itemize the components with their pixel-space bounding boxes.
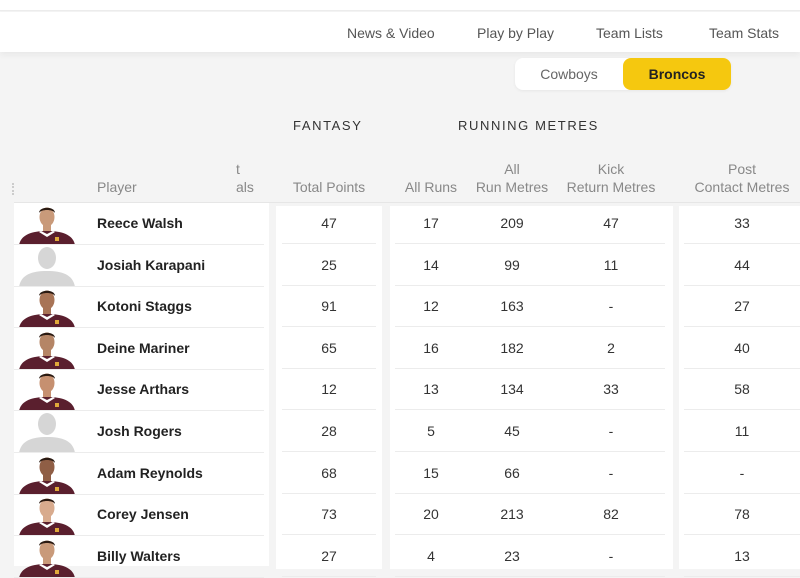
cell-post-contact-metres: 13	[684, 536, 800, 577]
cell-total-points: 27	[282, 536, 376, 577]
nav-team-stats[interactable]: Team Stats	[709, 25, 779, 41]
group-title-fantasy: FANTASY	[293, 118, 363, 133]
player-row[interactable]: Corey Jensen	[14, 494, 269, 536]
header-all-run-metres-line1: All	[504, 161, 520, 177]
player-avatar	[17, 536, 77, 577]
cell-kick-return-metres: 33	[603, 381, 619, 397]
player-name[interactable]: Deine Mariner	[97, 328, 190, 369]
cell-all-run-metres: 163	[500, 298, 524, 314]
team-toggle-cowboys[interactable]: Cowboys	[515, 58, 623, 90]
cell-all-runs: 12	[423, 298, 439, 314]
cell-kick-return-metres: 11	[603, 257, 619, 273]
header-player[interactable]: Player	[97, 178, 137, 196]
cell-total-points: 12	[282, 369, 376, 410]
cell-all-runs: 15	[423, 465, 439, 481]
cell-kick-return-metres: 82	[603, 506, 619, 522]
running-metres-columns: 17 209 47 14 99 11 12 163-16 182 2 13 134 33 5 45-15 66…	[390, 206, 673, 577]
header-post-contact-line1: Post	[727, 161, 756, 177]
header-partial[interactable]: als	[236, 178, 254, 196]
top-bar	[0, 0, 800, 11]
cell-post-contact-metres: 40	[684, 328, 800, 369]
player-row[interactable]: Kotoni Staggs	[14, 286, 269, 328]
cell-all-run-metres: 209	[500, 215, 524, 231]
fantasy-column: 47 25 91 65 12 28 68 73 27	[276, 203, 382, 577]
player-avatar	[17, 203, 77, 244]
cell-all-run-metres: 134	[500, 381, 524, 397]
cell-post-contact-metres: 11	[684, 411, 800, 452]
nav-news-video[interactable]: News & Video	[347, 25, 435, 41]
post-contact-column: 33 44 27 40 58 11-78 13	[679, 203, 800, 577]
player-name[interactable]: Jesse Arthars	[97, 369, 189, 410]
cell-total-points: 65	[282, 328, 376, 369]
nav-team-lists[interactable]: Team Lists	[596, 25, 663, 41]
cell-kick-return-metres: -	[608, 548, 614, 564]
cell-all-run-metres: 99	[504, 257, 520, 273]
header-total-points[interactable]: Total Points	[282, 178, 376, 196]
cell-all-runs: 17	[423, 215, 439, 231]
avatar-placeholder-icon	[17, 245, 77, 286]
player-name[interactable]: Adam Reynolds	[97, 453, 203, 494]
player-row[interactable]: Josh Rogers	[14, 411, 269, 453]
header-partial-top: t	[236, 161, 240, 177]
cell-total-points: 68	[282, 453, 376, 494]
player-name[interactable]: Corey Jensen	[97, 494, 189, 535]
match-nav: News & Video Play by Play Team Lists Tea…	[0, 12, 800, 52]
cell-all-run-metres: 182	[500, 340, 524, 356]
team-toggle: Cowboys Broncos	[515, 58, 731, 90]
player-avatar	[17, 286, 77, 327]
avatar-placeholder-icon	[17, 411, 77, 452]
header-all-runs[interactable]: All Runs	[400, 178, 462, 196]
cell-post-contact-metres: 58	[684, 369, 800, 410]
cell-kick-return-metres: 47	[603, 215, 619, 231]
cell-total-points: 73	[282, 494, 376, 535]
cell-post-contact-metres: 33	[684, 203, 800, 244]
cell-all-runs: 5	[427, 423, 435, 439]
header-post-contact-metres[interactable]: Contact Metres	[690, 178, 794, 196]
player-avatar	[17, 369, 77, 410]
player-avatar	[17, 453, 77, 494]
player-avatar	[17, 494, 77, 535]
cell-all-runs: 14	[423, 257, 439, 273]
player-name[interactable]: Josh Rogers	[97, 411, 182, 452]
player-name[interactable]: Josiah Karapani	[97, 245, 205, 286]
cell-all-run-metres: 23	[504, 548, 520, 564]
nav-play-by-play[interactable]: Play by Play	[477, 25, 554, 41]
header-all-run-metres[interactable]: Run Metres	[472, 178, 552, 196]
cell-total-points: 47	[282, 203, 376, 244]
player-row[interactable]: Reece Walsh	[14, 203, 269, 245]
cell-post-contact-metres: 44	[684, 245, 800, 286]
cell-all-runs: 13	[423, 381, 439, 397]
cell-post-contact-metres: 27	[684, 286, 800, 327]
header-kick-return-line1: Kick	[597, 161, 625, 177]
column-resize-grip-icon[interactable]	[12, 183, 14, 195]
cell-all-runs: 4	[427, 548, 435, 564]
cell-post-contact-metres: -	[684, 453, 800, 494]
cell-all-run-metres: 66	[504, 465, 520, 481]
player-row[interactable]: Josiah Karapani	[14, 245, 269, 287]
player-name[interactable]: Kotoni Staggs	[97, 286, 192, 327]
player-name[interactable]: Reece Walsh	[97, 203, 183, 244]
player-column: Reece Walsh Josiah Karapani Kotoni Staggs D…	[14, 203, 269, 578]
cell-kick-return-metres: -	[608, 298, 614, 314]
cell-all-run-metres: 213	[500, 506, 524, 522]
player-row[interactable]: Jesse Arthars	[14, 369, 269, 411]
header-kick-return-metres[interactable]: Return Metres	[561, 178, 661, 196]
cell-all-runs: 20	[423, 506, 439, 522]
cell-all-runs: 16	[423, 340, 439, 356]
cell-total-points: 91	[282, 286, 376, 327]
player-row[interactable]: Billy Walters	[14, 536, 269, 578]
team-toggle-broncos[interactable]: Broncos	[623, 58, 731, 90]
cell-post-contact-metres: 78	[684, 494, 800, 535]
cell-total-points: 25	[282, 245, 376, 286]
cell-kick-return-metres: -	[608, 423, 614, 439]
player-name[interactable]: Billy Walters	[97, 536, 181, 577]
cell-kick-return-metres: 2	[607, 340, 615, 356]
player-row[interactable]: Adam Reynolds	[14, 453, 269, 495]
player-row[interactable]: Deine Mariner	[14, 328, 269, 370]
cell-total-points: 28	[282, 411, 376, 452]
cell-all-run-metres: 45	[504, 423, 520, 439]
cell-kick-return-metres: -	[608, 465, 614, 481]
player-avatar	[17, 328, 77, 369]
group-title-running-metres: RUNNING METRES	[458, 118, 599, 133]
